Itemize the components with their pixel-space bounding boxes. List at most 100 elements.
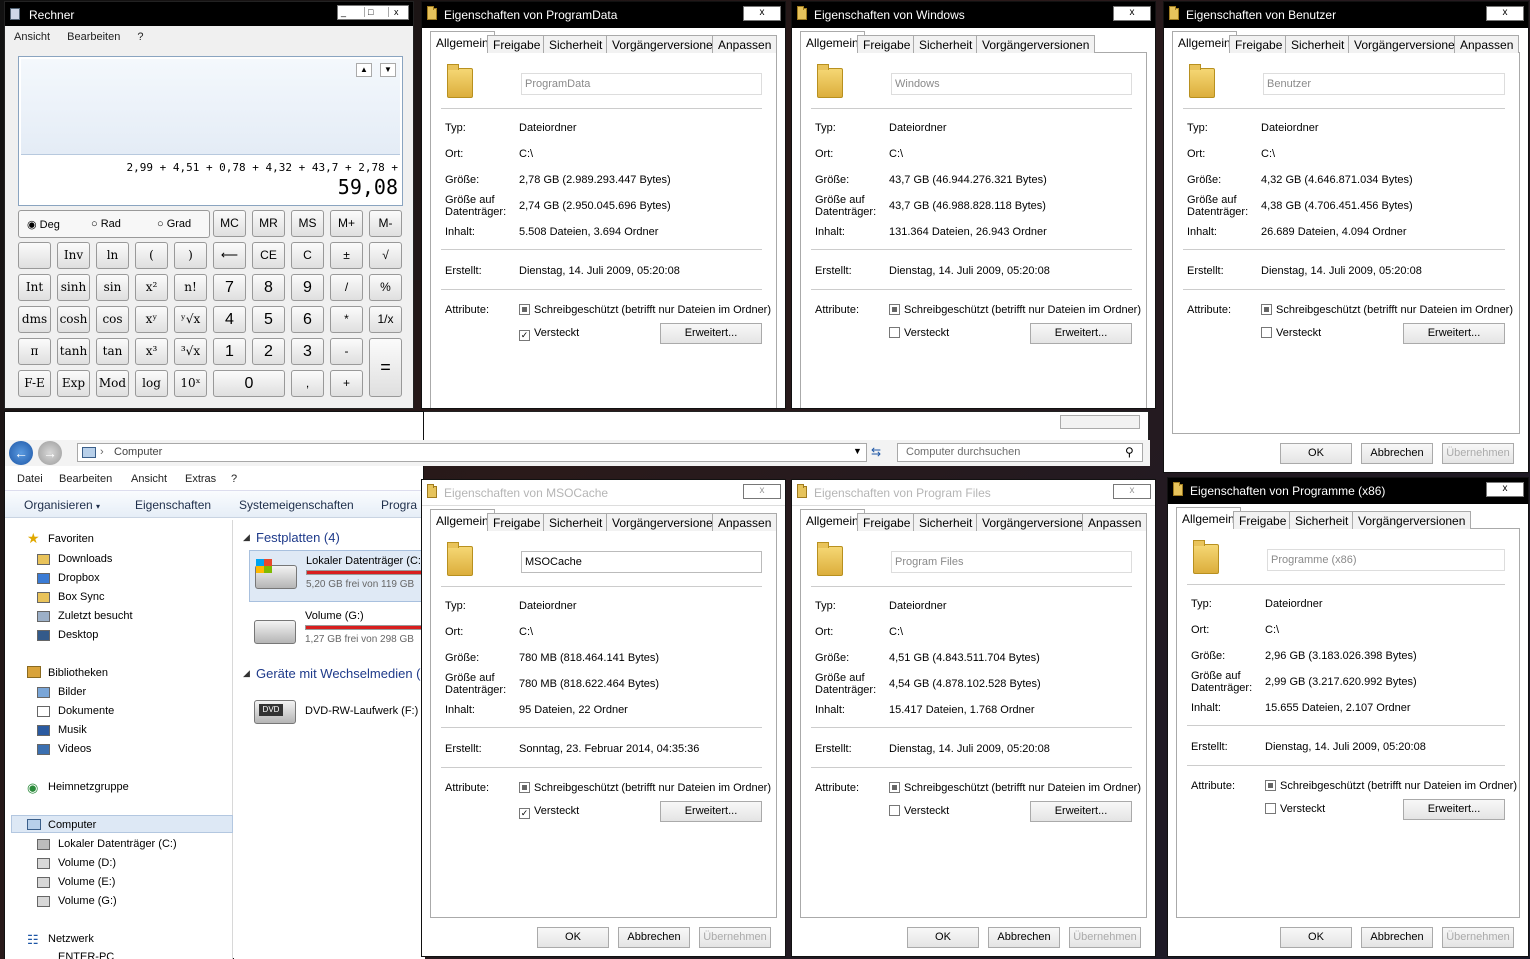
key-r4-c3[interactable]: tan <box>96 338 129 365</box>
key-r4-c7[interactable]: 2 <box>252 338 285 365</box>
key-r4-c6[interactable]: 1 <box>213 338 246 365</box>
tab-freigabe[interactable]: Freigabe <box>857 513 917 531</box>
key-r1-c7[interactable]: CE <box>252 242 285 269</box>
fav-list-item-2[interactable]: Dropbox <box>58 572 100 584</box>
key-r2-c8[interactable]: 9 <box>291 274 324 301</box>
key-r2-c7[interactable]: 8 <box>252 274 285 301</box>
lib-list-item-2[interactable]: Dokumente <box>58 705 114 717</box>
key-r1-c8[interactable]: C <box>291 242 324 269</box>
key-r4-c5[interactable]: ³√x <box>174 338 207 365</box>
apply-button[interactable]: Übernehmen <box>1442 443 1514 464</box>
hidden-checkbox[interactable]: Versteckt <box>889 805 949 817</box>
menu-extras[interactable]: Extras <box>185 473 216 485</box>
address-dropdown-icon[interactable]: ▼ <box>853 446 862 456</box>
close-button[interactable]: x <box>743 484 781 499</box>
tab-vorgngerversionen[interactable]: Vorgängerversionen <box>1352 511 1472 529</box>
key-r1-c4[interactable]: ( <box>135 242 168 269</box>
key-r2-c2[interactable]: sinh <box>57 274 90 301</box>
advanced-button[interactable]: Erweitert... <box>1403 323 1505 344</box>
cancel-button[interactable]: Abbrechen <box>1361 443 1433 464</box>
hidden-checkbox[interactable]: ✓ Versteckt <box>519 805 579 819</box>
folder-name-field[interactable]: Program Files <box>891 551 1132 573</box>
key-r4-c2[interactable]: tanh <box>57 338 90 365</box>
forward-arrow-icon[interactable]: → <box>38 441 62 465</box>
organize-button[interactable]: Organisieren ▾ <box>24 498 100 512</box>
dvd-drive-tile[interactable]: DVD DVD-RW-Laufwerk (F:) <box>249 690 425 734</box>
key-r4-c1[interactable]: π <box>18 338 51 365</box>
key-r1-c3[interactable]: ln <box>96 242 129 269</box>
key-r2-c9[interactable]: / <box>330 274 363 301</box>
readonly-checkbox[interactable]: Schreibgeschützt (betrifft nur Dateien i… <box>889 782 1141 794</box>
group-header-removable[interactable]: Geräte mit Wechselmedien (2 <box>256 666 428 681</box>
folder-name-field[interactable]: Windows <box>891 73 1132 95</box>
tab-vorgngerversionen[interactable]: Vorgängerversionen <box>606 513 726 531</box>
key-r2-c5[interactable]: n! <box>174 274 207 301</box>
key-r3-c9[interactable]: * <box>330 306 363 333</box>
refresh-icon[interactable]: ⇆ <box>871 445 881 459</box>
tab-vorgngerversionen[interactable]: Vorgängerversionen <box>976 513 1096 531</box>
key-r3-c7[interactable]: 5 <box>252 306 285 333</box>
lib-list-item-1[interactable]: Bilder <box>58 686 86 698</box>
fav-list-item-4[interactable]: Zuletzt besucht <box>58 610 133 622</box>
apply-button[interactable]: Übernehmen <box>1442 927 1514 948</box>
advanced-button[interactable]: Erweitert... <box>660 801 762 822</box>
close-button[interactable]: x <box>1486 6 1524 21</box>
drive-g-tile[interactable]: Volume (G:) 1,27 GB frei von 298 GB <box>249 606 445 658</box>
key-r3-c8[interactable]: 6 <box>291 306 324 333</box>
tab-sicherheit[interactable]: Sicherheit <box>1285 35 1351 53</box>
radio-rad[interactable]: ○ Rad <box>91 218 121 230</box>
menu-datei[interactable]: Datei <box>17 473 43 485</box>
tab-allgemein[interactable]: Allgemein <box>430 509 495 531</box>
key-r5-c2[interactable]: Exp <box>57 370 90 397</box>
hidden-checkbox[interactable]: ✓ Versteckt <box>519 327 579 341</box>
readonly-checkbox[interactable]: Schreibgeschützt (betrifft nur Dateien i… <box>519 782 771 794</box>
nav-computer[interactable]: Computer <box>48 819 96 831</box>
group-header-hdd[interactable]: Festplatten (4) <box>256 530 340 545</box>
cancel-button[interactable]: Abbrechen <box>618 927 690 948</box>
hidden-checkbox[interactable]: Versteckt <box>889 327 949 339</box>
search-input[interactable]: Computer durchsuchen <box>897 443 1143 462</box>
system-properties-button[interactable]: Systemeigenschaften <box>239 498 354 512</box>
comp-list-item-3[interactable]: Volume (E:) <box>58 876 115 888</box>
key-r5-c7[interactable]: , <box>291 370 324 397</box>
nav-network[interactable]: Netzwerk <box>48 933 94 945</box>
comp-list-item-1[interactable]: Lokaler Datenträger (C:) <box>58 838 177 850</box>
scroll-up-button[interactable]: ▲ <box>356 63 372 77</box>
key-r3-c3[interactable]: cos <box>96 306 129 333</box>
close-button[interactable]: x <box>1113 6 1151 21</box>
back-arrow-icon[interactable]: ← <box>9 441 33 465</box>
key-r5-c5[interactable]: 10ˣ <box>174 370 207 397</box>
tab-freigabe[interactable]: Freigabe <box>1233 511 1293 529</box>
key-r1-c6[interactable]: ⟵ <box>213 242 246 269</box>
key-r2-c3[interactable]: sin <box>96 274 129 301</box>
folder-name-field[interactable]: Benutzer <box>1263 73 1505 95</box>
menu-help[interactable]: ? <box>137 31 143 43</box>
radio-grad[interactable]: ○ Grad <box>157 218 191 230</box>
readonly-checkbox[interactable]: Schreibgeschützt (betrifft nur Dateien i… <box>1265 780 1517 792</box>
folder-name-field[interactable]: ProgramData <box>521 73 762 95</box>
apply-button[interactable]: Übernehmen <box>1069 927 1141 948</box>
tab-freigabe[interactable]: Freigabe <box>487 513 547 531</box>
maximize-button[interactable]: □ <box>364 7 373 17</box>
radio-deg[interactable]: ◉ Deg <box>27 218 60 231</box>
nav-homegroup[interactable]: Heimnetzgruppe <box>48 781 129 793</box>
key-r3-c4[interactable]: xʸ <box>135 306 168 333</box>
folder-name-field[interactable]: Programme (x86) <box>1267 549 1505 571</box>
tab-anpassen[interactable]: Anpassen <box>712 513 778 531</box>
key-r1-c2[interactable]: Inv <box>57 242 90 269</box>
key-r1-c1[interactable] <box>18 242 51 269</box>
tab-vorgngerversionen[interactable]: Vorgängerversionen <box>1348 35 1468 53</box>
advanced-button[interactable]: Erweitert... <box>1030 323 1132 344</box>
hidden-checkbox[interactable]: Versteckt <box>1261 327 1321 339</box>
key-r5-c3[interactable]: Mod <box>96 370 129 397</box>
key-mem-1[interactable]: MC <box>213 210 246 237</box>
key-r5-c8[interactable]: + <box>330 370 363 397</box>
tab-anpassen[interactable]: Anpassen <box>712 35 778 53</box>
cancel-button[interactable]: Abbrechen <box>1361 927 1433 948</box>
key-mem-2[interactable]: MR <box>252 210 285 237</box>
key-r2-c6[interactable]: 7 <box>213 274 246 301</box>
nav-favorites[interactable]: Favoriten <box>48 533 94 545</box>
key-r5-c6[interactable]: 0 <box>213 370 285 397</box>
key-r4-c8[interactable]: 3 <box>291 338 324 365</box>
key-r2-c4[interactable]: x² <box>135 274 168 301</box>
